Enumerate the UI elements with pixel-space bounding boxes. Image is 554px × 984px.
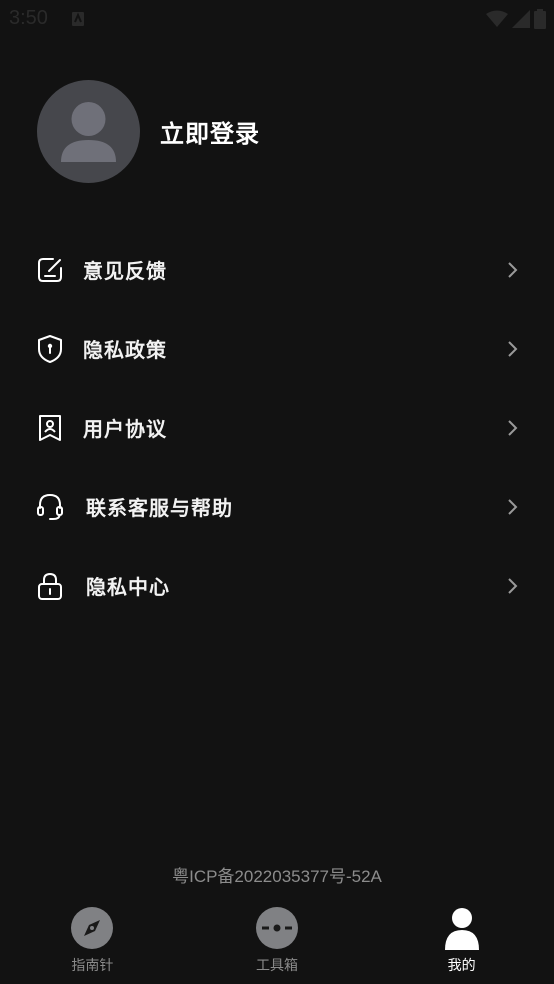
chevron-right-icon <box>506 261 520 279</box>
compass-icon <box>70 906 114 950</box>
tab-mine[interactable]: 我的 <box>369 896 554 984</box>
tab-toolbox[interactable]: 工具箱 <box>185 896 370 984</box>
profile-header[interactable]: 立即登录 <box>37 80 260 183</box>
menu-item-label: 隐私中心 <box>86 575 170 599</box>
bottom-tab-bar: 指南针 工具箱 我的 <box>0 896 554 984</box>
icp-license-text: 粤ICP备2022035377号-52A <box>172 867 382 886</box>
toolbox-icon <box>255 906 299 950</box>
menu-item-label: 联系客服与帮助 <box>86 496 233 520</box>
menu-item-label: 隐私政策 <box>83 338 167 362</box>
wifi-icon <box>486 10 508 32</box>
tab-label: 指南针 <box>71 958 114 974</box>
cellular-signal-icon <box>512 10 530 32</box>
headset-icon <box>34 491 66 523</box>
feedback-edit-icon <box>34 254 66 286</box>
chevron-right-icon <box>506 340 520 358</box>
default-avatar-icon <box>61 102 116 162</box>
menu-item-feedback[interactable]: 意见反馈 <box>0 230 554 309</box>
chevron-right-icon <box>506 419 520 437</box>
chevron-right-icon <box>506 577 520 595</box>
menu-item-user-agreement[interactable]: 用户协议 <box>0 388 554 467</box>
tab-compass[interactable]: 指南针 <box>0 896 185 984</box>
tab-label: 工具箱 <box>256 958 298 974</box>
shield-icon <box>34 333 66 365</box>
chevron-right-icon <box>506 498 520 516</box>
status-bar: 3:50 <box>0 0 554 38</box>
status-time: 3:50 <box>9 7 48 29</box>
settings-menu: 意见反馈 隐私政策 用户协议 联系客服与帮助 隐私中心 <box>0 230 554 625</box>
tab-label: 我的 <box>447 958 476 974</box>
id-badge-icon <box>34 412 66 444</box>
menu-item-privacy-center[interactable]: 隐私中心 <box>0 546 554 625</box>
person-icon <box>440 906 484 950</box>
menu-item-contact-support[interactable]: 联系客服与帮助 <box>0 467 554 546</box>
menu-item-privacy-policy[interactable]: 隐私政策 <box>0 309 554 388</box>
notification-icon <box>71 11 85 31</box>
menu-item-label: 意见反馈 <box>83 259 167 283</box>
lock-icon <box>34 570 66 602</box>
battery-icon <box>534 9 546 33</box>
avatar[interactable] <box>37 80 140 183</box>
menu-item-label: 用户协议 <box>83 417 167 441</box>
status-icons <box>486 9 546 33</box>
login-link[interactable]: 立即登录 <box>160 114 260 149</box>
